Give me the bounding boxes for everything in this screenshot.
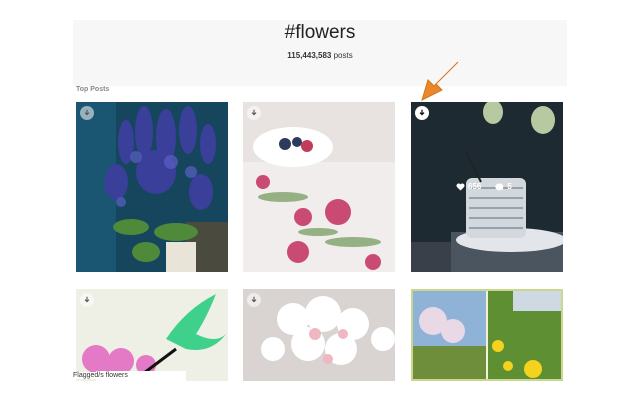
post-count-number: 115,443,583 — [287, 51, 332, 60]
download-icon[interactable] — [247, 293, 261, 307]
heart-icon — [456, 182, 465, 191]
likes: 656 — [456, 182, 481, 191]
hashtag-title: #flowers — [284, 22, 356, 43]
arrow-pointer-icon — [421, 61, 459, 101]
post-count-suffix: posts — [333, 51, 353, 60]
post-count: 115,443,583 posts — [73, 51, 567, 60]
post-tile-3[interactable]: 656 5 — [411, 102, 563, 272]
hashtag-header: #flowers 115,443,583 posts — [73, 20, 567, 86]
download-icon[interactable] — [415, 106, 429, 120]
comment-count: 5 — [507, 182, 512, 191]
image-caption: Flagged/s flowers — [71, 372, 130, 379]
comments: 5 — [495, 182, 512, 191]
download-icon[interactable] — [80, 293, 94, 307]
like-count: 656 — [468, 182, 482, 191]
post-tile-4[interactable] — [76, 289, 228, 381]
post-tile-1[interactable] — [76, 102, 228, 272]
download-icon[interactable] — [247, 106, 261, 120]
post-tile-2[interactable] — [243, 102, 395, 272]
comment-icon — [495, 182, 504, 191]
download-icon[interactable] — [80, 106, 94, 120]
top-posts-label: Top Posts — [76, 86, 110, 93]
post-image-white-bouquet — [243, 289, 395, 381]
post-tile-5[interactable] — [243, 289, 395, 381]
post-image-blue-flowers — [76, 102, 228, 272]
post-image-hummingbird — [76, 289, 228, 381]
post-tile-6[interactable] — [411, 289, 563, 381]
post-image-garden-collage — [413, 291, 561, 379]
post-stats: 656 5 — [456, 182, 512, 191]
post-image-pink-flowers — [243, 102, 395, 272]
